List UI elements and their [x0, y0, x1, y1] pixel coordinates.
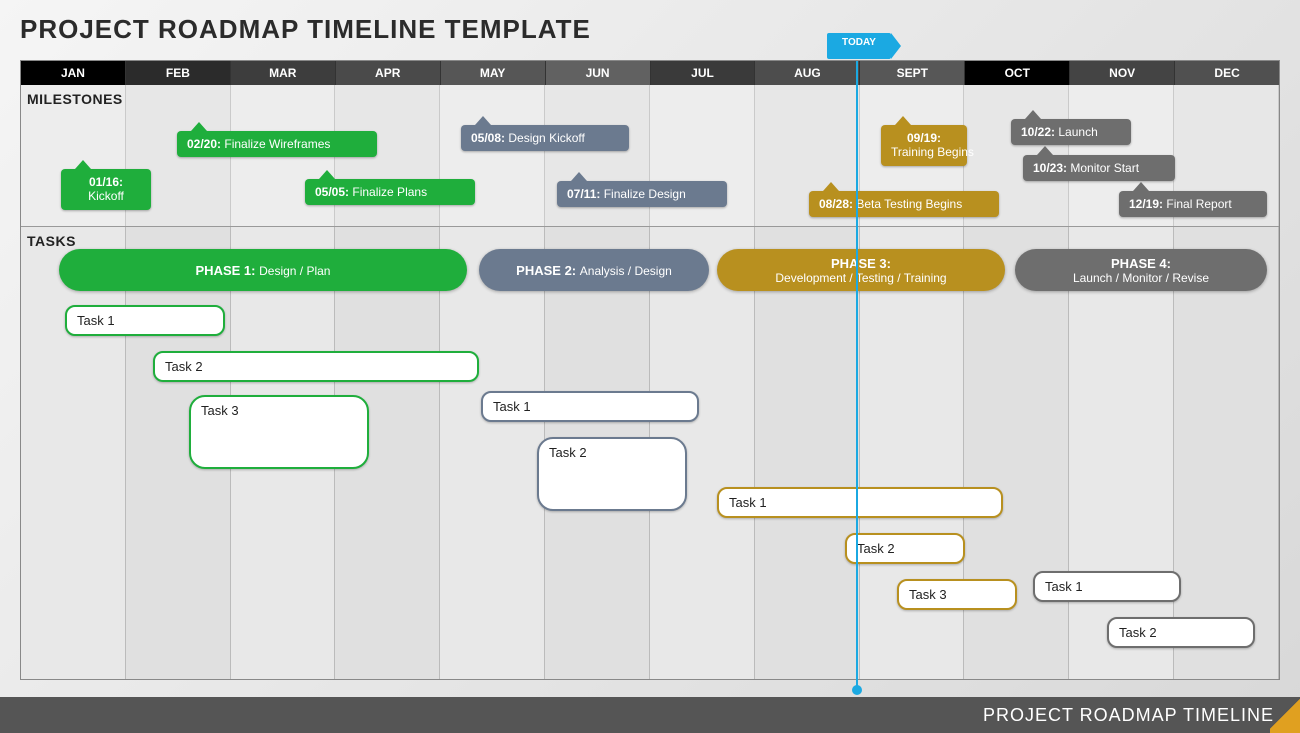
task-bar[interactable]: Task 1 [65, 305, 225, 336]
tasks-label: TASKS [27, 233, 76, 249]
milestone[interactable]: 10/23: Monitor Start [1023, 155, 1175, 181]
month-header: SEPT [860, 61, 965, 85]
month-header: JAN [21, 61, 126, 85]
task-bar[interactable]: Task 2 [845, 533, 965, 564]
today-line [856, 61, 858, 689]
milestone[interactable]: 10/22: Launch [1011, 119, 1131, 145]
month-header-row: JANFEBMARAPRMAYJUNJULAUGSEPTOCTNOVDEC [21, 61, 1279, 85]
task-bar[interactable]: Task 3 [189, 395, 369, 469]
milestones-section: MILESTONES 01/16:Kickoff 02/20: Finalize … [21, 85, 1279, 227]
milestone[interactable]: 12/19: Final Report [1119, 191, 1267, 217]
milestone[interactable]: 07/11: Finalize Design [557, 181, 727, 207]
milestone[interactable]: 05/05: Finalize Plans [305, 179, 475, 205]
month-header: JUL [651, 61, 756, 85]
month-header: JUN [546, 61, 651, 85]
task-bar[interactable]: Task 1 [1033, 571, 1181, 602]
phase-bar[interactable]: PHASE 3:Development / Testing / Training [717, 249, 1005, 291]
month-header: MAR [231, 61, 336, 85]
task-bar[interactable]: Task 1 [481, 391, 699, 422]
month-header: AUG [755, 61, 860, 85]
milestone[interactable]: 09/19:Training Begins [881, 125, 967, 166]
month-header: APR [336, 61, 441, 85]
milestone[interactable]: 05/08: Design Kickoff [461, 125, 629, 151]
footer-bar: PROJECT ROADMAP TIMELINE [0, 697, 1300, 733]
milestone[interactable]: 08/28: Beta Testing Begins [809, 191, 999, 217]
task-bar[interactable]: Task 3 [897, 579, 1017, 610]
milestones-label: MILESTONES [27, 91, 123, 107]
tasks-section: TASKS PHASE 1: Design / Plan PHASE 2: Ana… [21, 227, 1279, 679]
timeline-chart: TODAY JANFEBMARAPRMAYJUNJULAUGSEPTOCTNOV… [20, 60, 1280, 680]
footer-accent [1270, 697, 1300, 733]
phase-bar[interactable]: PHASE 4:Launch / Monitor / Revise [1015, 249, 1267, 291]
today-flag: TODAY [827, 33, 891, 59]
month-header: FEB [126, 61, 231, 85]
milestone[interactable]: 01/16:Kickoff [61, 169, 151, 210]
page-title: PROJECT ROADMAP TIMELINE TEMPLATE [20, 14, 591, 45]
phase-bar[interactable]: PHASE 1: Design / Plan [59, 249, 467, 291]
task-bar[interactable]: Task 2 [537, 437, 687, 511]
month-header: DEC [1175, 61, 1279, 85]
footer-text: PROJECT ROADMAP TIMELINE [983, 705, 1274, 726]
phase-bar[interactable]: PHASE 2: Analysis / Design [479, 249, 709, 291]
milestone[interactable]: 02/20: Finalize Wireframes [177, 131, 377, 157]
month-header: OCT [965, 61, 1070, 85]
task-bar[interactable]: Task 1 [717, 487, 1003, 518]
task-bar[interactable]: Task 2 [1107, 617, 1255, 648]
month-header: NOV [1070, 61, 1175, 85]
month-header: MAY [441, 61, 546, 85]
task-bar[interactable]: Task 2 [153, 351, 479, 382]
